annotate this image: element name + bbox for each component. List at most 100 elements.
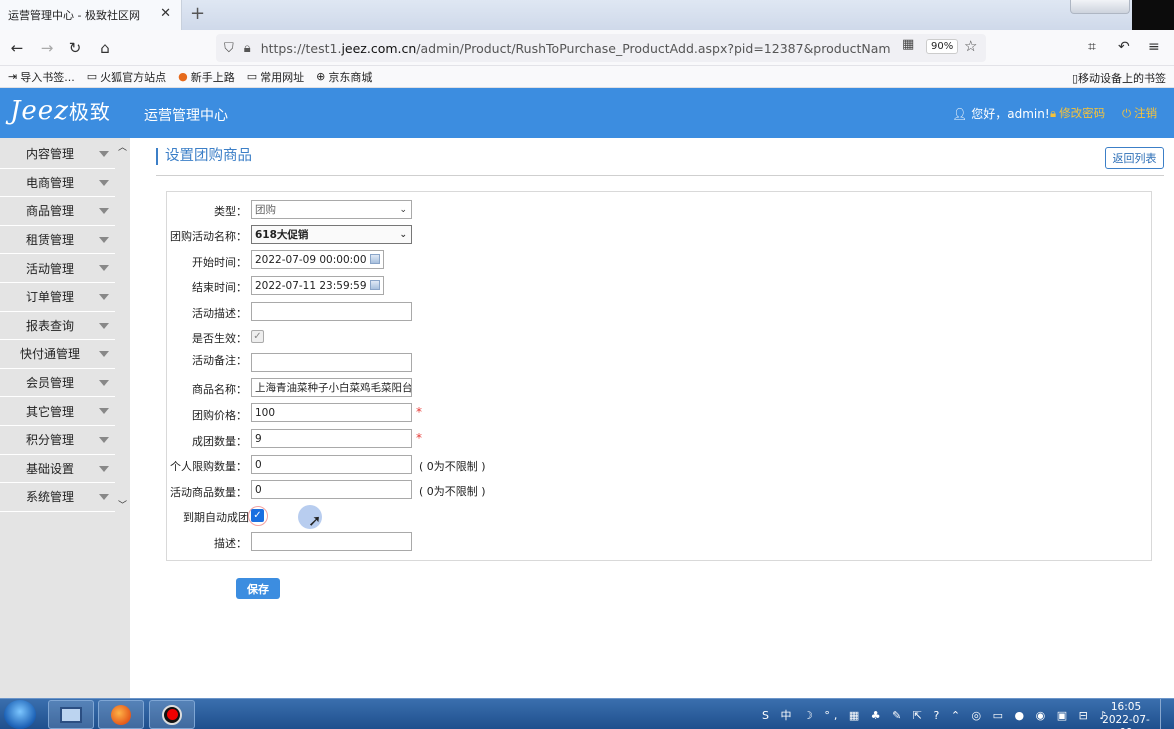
effective-checkbox[interactable]: ✓ [251, 330, 264, 343]
start-button[interactable] [4, 700, 36, 729]
logo-text: Jeez [10, 96, 69, 126]
bookmark-getting-started[interactable]: ● 新手上路 [178, 69, 235, 85]
firefox-icon: ● [178, 70, 188, 83]
main-content: 设置团购商品 返回列表 类型： 团购 ⌄ 团购活动名称： 618大促销 ⌄ 开始时间… [130, 138, 1174, 698]
show-desktop-button[interactable] [1160, 699, 1174, 729]
window-controls[interactable] [1070, 0, 1130, 14]
bookmark-common-sites[interactable]: ▭ 常用网址 [247, 69, 304, 85]
calendar-icon[interactable] [370, 280, 380, 290]
describe-input[interactable] [251, 532, 412, 551]
chevron-down-icon [99, 151, 109, 157]
sidebar-item-activities[interactable]: 活动管理 [0, 254, 115, 283]
sidebar-item-members[interactable]: 会员管理 [0, 368, 115, 398]
product-name-input[interactable]: 上海青油菜种子小白菜鸡毛菜阳台盆 [251, 378, 412, 397]
sidebar-item-reports[interactable]: 报表查询 [0, 311, 115, 341]
logo[interactable]: Jeez极致 [10, 96, 111, 126]
address-bar[interactable]: ⛉ 🔒︎ https://test1.jeez.com.cn/admin/Pro… [216, 34, 986, 62]
reload-icon[interactable]: ↻ [66, 39, 84, 57]
undo-icon[interactable]: ↶ [1118, 39, 1130, 55]
sidebar-item-label: 基础设置 [26, 461, 75, 476]
form-panel: 类型： 团购 ⌄ 团购活动名称： 618大促销 ⌄ 开始时间： 2022-07-09… [166, 191, 1152, 561]
taskbar-clock[interactable]: 16:05 2022-07-09 [1096, 701, 1156, 729]
bookmark-star-icon[interactable]: ☆ [964, 37, 977, 55]
system-tray[interactable]: S 中 ☽ °, ▦ ♣ ✎ ⇱ ? ⌃ ◎ ▭ ● ◉ ▣ ⊟ ♪ [762, 707, 1110, 723]
taskbar-app-recorder[interactable] [149, 700, 195, 729]
lock-icon[interactable]: 🔒︎ [244, 41, 251, 56]
required-mark: * [416, 405, 422, 419]
sidebar-item-label: 其它管理 [26, 404, 75, 419]
sidebar-item-rental[interactable]: 租赁管理 [0, 225, 115, 255]
calendar-icon[interactable] [370, 254, 380, 264]
home-icon[interactable]: ⌂ [96, 39, 114, 57]
sidebar-item-ecommerce[interactable]: 电商管理 [0, 168, 115, 198]
auto-group-checkbox[interactable]: ✓ [251, 509, 264, 522]
qr-code-icon[interactable]: ▦ [902, 37, 914, 52]
back-to-list-button[interactable]: 返回列表 [1105, 147, 1164, 169]
sidebar-menu: 内容管理 电商管理 商品管理 租赁管理 活动管理 订单管理 报表查询 快付通管理… [0, 140, 115, 512]
bookmark-label: 京东商城 [328, 70, 373, 84]
forward-arrow-icon[interactable]: → [38, 39, 56, 57]
sidebar-item-label: 会员管理 [26, 376, 75, 391]
clock-date: 2022-07-09 [1102, 714, 1150, 729]
chevron-down-icon [99, 351, 109, 358]
shield-icon[interactable]: ⛉ [224, 41, 234, 56]
sidebar-item-label: 快付通管理 [20, 347, 81, 362]
end-time-input[interactable]: 2022-07-11 23:59:59 [251, 276, 384, 295]
effective-label: 是否生效： [192, 332, 247, 345]
activity-remark-input[interactable] [251, 353, 412, 372]
logout-label: 注销 [1134, 106, 1158, 120]
sidebar-scrollbar[interactable]: ︿ ﹀ [116, 138, 128, 512]
sidebar-item-others[interactable]: 其它管理 [0, 397, 115, 426]
start-time-value: 2022-07-09 00:00:00 [255, 253, 367, 266]
mobile-bookmarks-label: 移动设备上的书签 [1078, 72, 1166, 85]
bookmark-jd[interactable]: ⊕ 京东商城 [316, 69, 372, 85]
personal-limit-hint: ( 0为不限制 ) [419, 460, 486, 473]
sidebar-item-system[interactable]: 系统管理 [0, 483, 115, 512]
bookmark-label: 导入书签... [20, 70, 75, 84]
start-time-input[interactable]: 2022-07-09 00:00:00 [251, 250, 384, 269]
chevron-down-icon: ⌄ [399, 204, 407, 215]
sidebar-item-orders[interactable]: 订单管理 [0, 282, 115, 312]
tab-close-icon[interactable]: ✕ [160, 6, 171, 21]
taskbar-app-computer[interactable] [48, 700, 94, 729]
page-title: 设置团购商品 [156, 148, 252, 165]
group-count-input[interactable]: 9 [251, 429, 412, 448]
new-tab-button[interactable]: + [190, 3, 205, 24]
group-price-input[interactable]: 100 [251, 403, 412, 422]
mobile-bookmarks[interactable]: ▯移动设备上的书签 [1072, 70, 1166, 86]
taskbar-app-firefox[interactable] [98, 700, 144, 729]
logo-cn: 极致 [68, 100, 111, 124]
scroll-up-icon[interactable]: ︿ [118, 140, 127, 153]
back-arrow-icon[interactable]: ← [8, 39, 26, 57]
activity-count-input[interactable]: 0 [251, 480, 412, 499]
bookmark-import[interactable]: ⇥ 导入书签... [8, 69, 75, 85]
sidebar: 内容管理 电商管理 商品管理 租赁管理 活动管理 订单管理 报表查询 快付通管理… [0, 138, 130, 698]
activity-desc-input[interactable] [251, 302, 412, 321]
chevron-down-icon [99, 293, 109, 300]
sidebar-item-basic-settings[interactable]: 基础设置 [0, 454, 115, 484]
chevron-down-icon [99, 408, 109, 415]
browser-tab[interactable]: 运营管理中心 - 极致社区网 ✕ [0, 0, 182, 30]
save-button[interactable]: 保存 [236, 578, 280, 599]
logout-link[interactable]: ⏻ 注销 [1122, 105, 1157, 121]
tab-title: 运营管理中心 - 极致社区网 [8, 9, 140, 22]
activity-name-label: 团购活动名称： [170, 230, 247, 243]
activity-name-select[interactable]: 618大促销 ⌄ [251, 225, 412, 244]
zoom-level[interactable]: 90% [926, 39, 959, 54]
url-text[interactable]: https://test1.jeez.com.cn/admin/Product/… [261, 41, 891, 56]
sidebar-item-quickpay[interactable]: 快付通管理 [0, 340, 115, 369]
browser-toolbar: ← → ↻ ⌂ ⛉ 🔒︎ https://test1.jeez.com.cn/a… [0, 30, 1174, 66]
chevron-down-icon [99, 494, 109, 501]
bookmark-firefox-site[interactable]: ▭ 火狐官方站点 [87, 69, 166, 85]
menu-icon[interactable]: ≡ [1148, 39, 1160, 55]
scroll-down-icon[interactable]: ﹀ [118, 498, 127, 511]
screenshot-icon[interactable]: ⌗ [1088, 39, 1096, 55]
sidebar-item-products[interactable]: 商品管理 [0, 197, 115, 226]
sidebar-item-content[interactable]: 内容管理 [0, 140, 115, 169]
sidebar-item-points[interactable]: 积分管理 [0, 425, 115, 455]
personal-limit-input[interactable]: 0 [251, 455, 412, 474]
change-password-link[interactable]: 🔒︎ 修改密码 [1050, 105, 1105, 121]
bookmark-label: 火狐官方站点 [100, 70, 167, 84]
sidebar-item-label: 租赁管理 [26, 233, 75, 248]
type-select[interactable]: 团购 ⌄ [251, 200, 412, 219]
